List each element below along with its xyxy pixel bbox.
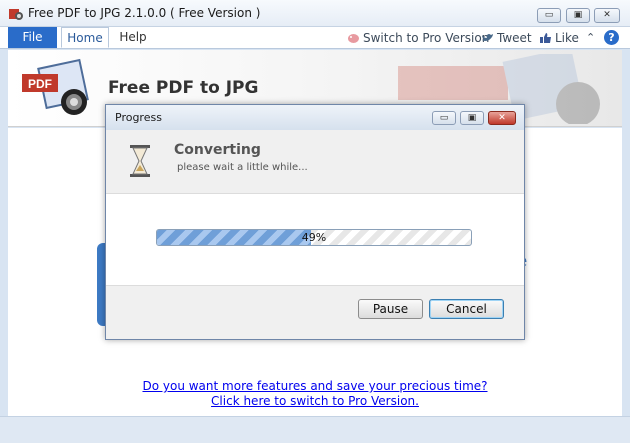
banner-title: Free PDF to JPG — [108, 78, 259, 98]
dialog-title: Progress — [115, 111, 162, 124]
app-icon — [9, 9, 23, 20]
dialog-minimize-button[interactable]: ▭ — [432, 111, 456, 125]
tab-home[interactable]: Home — [61, 27, 109, 48]
like-link[interactable]: Like — [555, 31, 579, 45]
cancel-button[interactable]: Cancel — [429, 299, 504, 319]
main-title-bar: Free PDF to JPG 2.1.0.0 ( Free Version )… — [0, 0, 630, 27]
tab-help[interactable]: Help — [111, 27, 155, 48]
pause-button[interactable]: Pause — [358, 299, 423, 319]
thumbs-up-icon — [540, 33, 551, 43]
collapse-ribbon-icon[interactable]: ⌃ — [586, 31, 595, 44]
tweet-link[interactable]: Tweet — [497, 31, 532, 45]
app-logo: PDF — [22, 58, 89, 115]
close-button[interactable]: ✕ — [594, 8, 620, 23]
minimize-button[interactable]: ▭ — [537, 8, 561, 23]
maximize-button[interactable]: ▣ — [566, 8, 590, 23]
dialog-heading: Converting — [174, 142, 261, 158]
hourglass-icon — [130, 145, 150, 177]
dialog-subtext: please wait a little while... — [177, 162, 308, 173]
window-title: Free PDF to JPG 2.1.0.0 ( Free Version ) — [28, 6, 261, 20]
ribbon-bar: File Home Help Switch to Pro Version Twe… — [0, 27, 630, 49]
progress-bar: 49% — [156, 229, 472, 246]
progress-dialog: Progress ▭ ▣ ✕ Converting please wait a … — [105, 104, 525, 340]
promo-line-switch[interactable]: Click here to switch to Pro Version. — [8, 394, 622, 408]
switch-pro-link[interactable]: Switch to Pro Version — [363, 31, 489, 45]
dialog-footer: Pause Cancel — [106, 285, 524, 339]
svg-text:PDF: PDF — [28, 77, 52, 91]
dialog-header: Converting please wait a little while... — [106, 130, 524, 194]
dialog-close-button[interactable]: ✕ — [488, 111, 516, 125]
status-bar — [0, 416, 630, 443]
dialog-maximize-button[interactable]: ▣ — [460, 111, 484, 125]
promo-line-features[interactable]: Do you want more features and save your … — [8, 379, 622, 393]
twitter-icon — [482, 34, 493, 41]
help-icon[interactable]: ? — [604, 30, 619, 45]
file-tab[interactable]: File — [8, 27, 57, 48]
dialog-title-bar: Progress ▭ ▣ ✕ — [106, 105, 524, 130]
progress-percent: 49% — [301, 231, 327, 244]
pig-icon — [348, 34, 359, 43]
